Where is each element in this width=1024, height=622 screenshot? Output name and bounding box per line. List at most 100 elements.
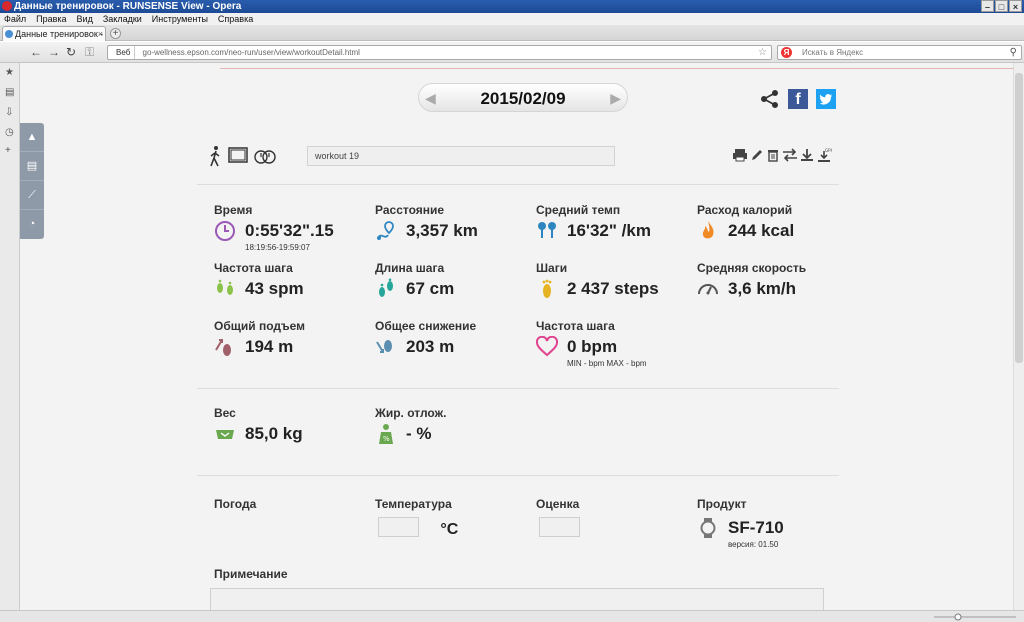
product-section: Продукт SF-710 версия: 01.50 [697,497,847,549]
key-icon[interactable]: ⚿ [85,46,94,58]
descent-foot-icon [376,340,392,353]
search-input[interactable]: Я Искать в Яндекс ⚲ [777,45,1022,60]
stat-label: Температура [375,497,452,511]
footprint-yellow-icon [542,279,552,298]
runner-favicon-icon [5,30,13,38]
close-icon[interactable]: × [98,27,103,41]
stat-value: 0:55'32".15 [245,221,334,240]
stopwatch-icon[interactable] [254,147,276,165]
page-scrollbar[interactable] [1013,63,1024,610]
window-title-bar: Данные тренировок - RUNSENSE View - Oper… [0,0,1024,13]
workout-date: 2015/02/09 [480,89,566,108]
opera-logo-icon [2,1,12,11]
rating-input[interactable] [539,517,580,537]
menu-bar: Файл Правка Вид Закладки Инструменты Спр… [0,13,1024,25]
laps-tool-icon[interactable]: ▤ [20,152,44,181]
maximize-button[interactable]: □ [995,0,1008,12]
menu-tools[interactable]: Инструменты [152,13,208,25]
heart-icon [536,336,558,357]
ascent-foot-icon [215,339,231,356]
body-fat-icon: % [379,424,393,444]
clock-icon [215,221,235,241]
stat-label: Частота шага [536,319,615,333]
menu-edit[interactable]: Правка [36,13,66,25]
date-navigator: ◀ 2015/02/09 ▶ [418,83,628,112]
stat-value: 67 cm [406,279,455,298]
stat-stride: Длина шага 67 cm [375,261,525,300]
transfer-arrows-icon[interactable] [782,148,798,162]
workout-name-field[interactable]: workout 19 [307,146,615,166]
activity-type-icons [208,145,276,167]
stat-weight: Вес 85,0 kg [214,406,364,445]
tab-workout-data[interactable]: Данные тренировок - R... × [2,26,106,41]
stat-descent: Общее снижение 203 m [375,319,525,358]
bookmarks-star-icon[interactable]: ★ [5,67,14,78]
scale-icon [216,430,234,439]
reload-icon[interactable]: ↻ [66,46,76,58]
bookmark-star-icon[interactable]: ☆ [758,46,767,59]
url-field[interactable]: Веб go-wellness.epson.com/neo-run/user/v… [107,45,772,60]
close-window-button[interactable]: × [1009,0,1022,12]
tab-label: Данные тренировок - R... [15,29,105,39]
zoom-slider[interactable] [930,613,1020,621]
menu-view[interactable]: Вид [77,13,93,25]
stat-value: 244 kcal [728,221,795,240]
divider [197,475,839,476]
notes-icon[interactable]: ▤ [5,87,14,98]
stat-label: Расстояние [375,203,445,217]
scrollbar-thumb[interactable] [1015,73,1023,363]
notice-bar [220,63,1013,69]
product-model: SF-710 [728,518,784,537]
stat-label: Оценка [536,497,580,511]
trash-icon[interactable] [766,148,780,162]
svg-text:GPX: GPX [825,148,832,153]
minimize-button[interactable]: – [981,0,994,12]
temperature-unit: °C [440,521,459,538]
facebook-icon[interactable]: f [788,89,808,109]
graph-tool-icon[interactable]: ⟋ [20,181,44,210]
stat-label: Вес [214,406,236,420]
share-icon[interactable] [760,89,780,109]
stat-label: Жир. отлож. [375,406,447,420]
twitter-icon[interactable] [816,89,836,109]
yandex-icon: Я [781,47,792,58]
heart-min-max: MIN - bpm MAX - bpm [567,359,647,368]
forward-arrow-icon[interactable]: → [48,46,60,58]
new-tab-button[interactable]: + [110,28,121,39]
temperature-input[interactable] [378,517,419,537]
stat-label: Общий подъем [214,319,305,333]
print-icon[interactable] [732,148,748,162]
export-gpx-icon[interactable]: GPX [816,148,832,164]
stat-cadence: Частота шага 43 spm [214,261,364,300]
menu-help[interactable]: Справка [218,13,253,25]
pace-pins-icon [538,222,556,238]
menu-bookmarks[interactable]: Закладки [103,13,142,25]
stat-ascent: Общий подъем 194 m [214,319,364,358]
edit-pencil-icon[interactable] [750,148,764,162]
search-icon[interactable]: ⚲ [1010,46,1017,59]
divider [197,184,839,185]
stat-label: Погода [214,497,257,511]
notes-textarea[interactable] [210,588,824,610]
monitor-icon[interactable] [228,147,248,165]
footprints-teal-icon [379,278,393,297]
page-content: ▲ ▤ ⟋ ◔ ◀ 2015/02/09 ▶ f workout 19 GPX … [20,63,1013,610]
stopwatch-tool-icon[interactable]: ◔ [20,210,44,239]
stat-value: 3,357 km [406,221,478,240]
history-clock-icon[interactable]: ◷ [5,127,14,138]
stat-speed: Средняя скорость 3,6 km/h [697,261,847,300]
downloads-icon[interactable]: ⇩ [5,107,13,118]
speedometer-icon [698,284,718,295]
stat-label: Частота шага [214,261,293,275]
add-panel-icon[interactable]: + [5,145,11,156]
tab-bar: Данные тренировок - R... × + [0,25,1024,41]
stat-label: Время [214,203,253,217]
window-title: Данные тренировок - RUNSENSE View - Oper… [14,1,242,12]
window-controls: – □ × [981,0,1022,12]
walker-icon[interactable] [208,145,222,167]
summary-tool-icon[interactable]: ▲ [20,123,44,152]
back-arrow-icon[interactable]: ← [30,46,42,58]
next-date-icon[interactable]: ▶ [610,90,621,107]
menu-file[interactable]: Файл [4,13,26,25]
download-icon[interactable] [800,148,814,162]
